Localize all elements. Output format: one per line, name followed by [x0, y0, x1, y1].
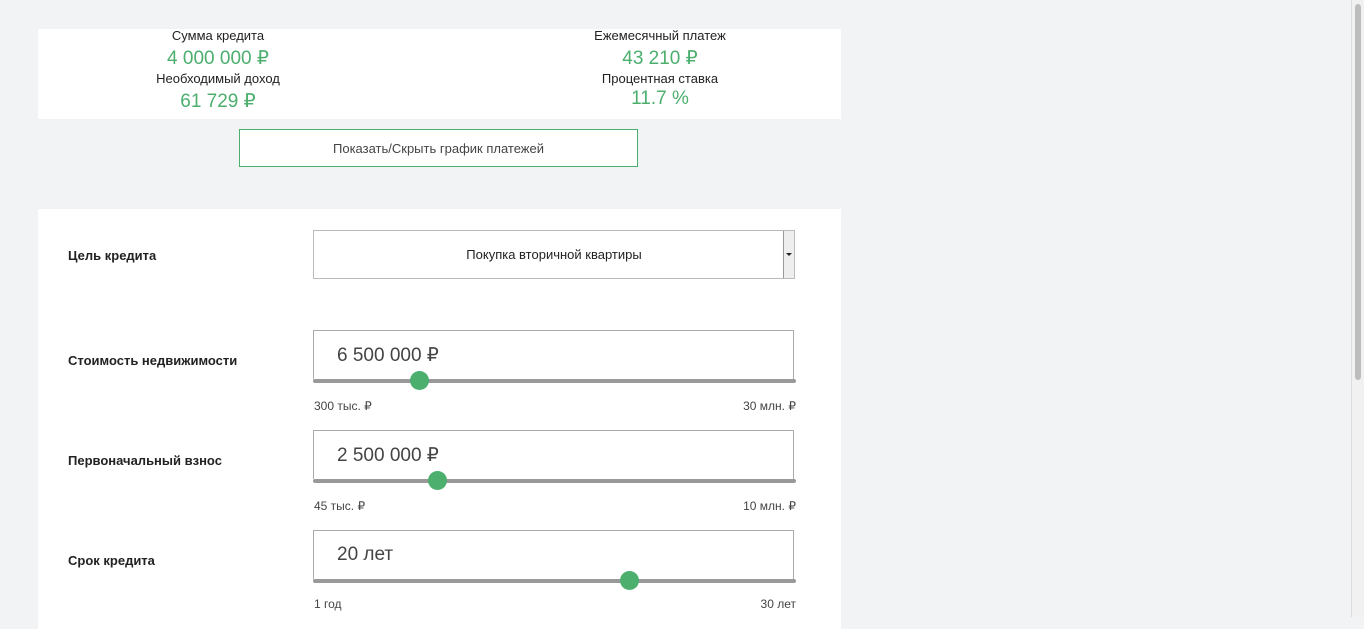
down-payment-slider-handle[interactable]: [427, 471, 447, 490]
monthly-payment-label: Ежемесячный платеж: [594, 28, 726, 43]
monthly-payment-value: 43 210 ₽: [622, 48, 698, 69]
summary-left-column: Сумма кредита 4 000 000 ₽ Необходимый до…: [38, 29, 398, 115]
interest-rate-value: 11.7 %: [631, 88, 689, 109]
loan-term-slider-track[interactable]: [313, 571, 796, 590]
loan-amount-label: Сумма кредита: [171, 28, 265, 43]
property-cost-min-label: 300 тыс. ₽: [314, 399, 372, 413]
down-payment-slider-track[interactable]: [313, 471, 796, 490]
interest-rate-label: Процентная ставка: [601, 71, 719, 86]
property-cost-label: Стоимость недвижимости: [68, 353, 238, 368]
toggle-payment-schedule-button[interactable]: Показать/Скрыть график платежей: [239, 129, 638, 167]
page-scrollbar[interactable]: [1351, 0, 1364, 617]
loan-purpose-select[interactable]: Покупка вторичной квартиры: [313, 230, 795, 279]
required-income-value: 61 729 ₽: [180, 91, 256, 112]
loan-term-slider-handle[interactable]: [619, 571, 639, 590]
down-payment-input[interactable]: 2 500 000 ₽: [313, 430, 794, 479]
required-income-label: Необходимый доход: [156, 71, 280, 86]
property-cost-input[interactable]: 6 500 000 ₽: [313, 330, 794, 379]
down-payment-label: Первоначальный взнос: [68, 453, 222, 468]
loan-calculator-form: Цель кредита Покупка вторичной квартиры …: [38, 209, 841, 629]
loan-term-label: Срок кредита: [68, 553, 155, 568]
loan-purpose-label: Цель кредита: [68, 248, 157, 263]
property-cost-slider-track[interactable]: [313, 371, 796, 390]
summary-right-column: Ежемесячный платеж 43 210 ₽ Процентная с…: [480, 29, 840, 112]
down-payment-min-label: 45 тыс. ₽: [314, 499, 366, 513]
loan-purpose-selected-value: Покупка вторичной квартиры: [466, 247, 642, 262]
down-payment-max-label: 10 млн. ₽: [743, 499, 796, 513]
loan-term-min-label: 1 год: [314, 597, 342, 611]
chevron-down-icon[interactable]: [783, 231, 794, 278]
loan-amount-value: 4 000 000 ₽: [167, 48, 269, 69]
property-cost-max-label: 30 млн. ₽: [743, 399, 796, 413]
scrollbar-thumb[interactable]: [1355, 4, 1361, 380]
property-cost-slider-handle[interactable]: [409, 371, 429, 390]
loan-term-input[interactable]: 20 лет: [313, 530, 794, 579]
loan-term-max-label: 30 лет: [760, 597, 796, 611]
loan-summary-panel: Сумма кредита 4 000 000 ₽ Необходимый до…: [38, 29, 841, 119]
